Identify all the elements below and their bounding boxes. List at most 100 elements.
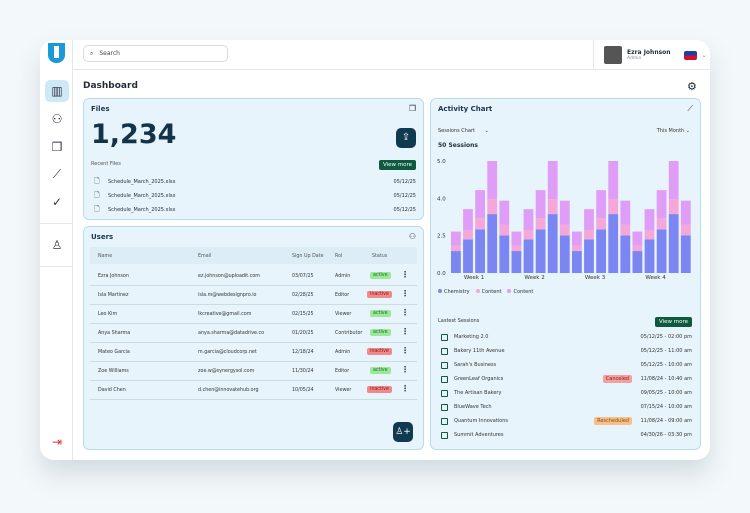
chart-type-select[interactable]: Sessions Chart ⌄ — [438, 128, 489, 134]
users-icon[interactable]: ⚇ — [409, 232, 416, 241]
more-options-icon[interactable]: ⋮ — [401, 327, 409, 336]
user-name: Ezra Johnson — [627, 49, 671, 56]
more-options-icon[interactable]: ⋮ — [401, 384, 409, 393]
session-row[interactable]: Marketing 2.0 05/12/25 - 02:00 pm — [439, 331, 692, 345]
bar-segment — [463, 209, 473, 230]
bar-segment — [475, 229, 485, 273]
activity-card: Activity Chart ⟋ Sessions Chart ⌄ This M… — [430, 98, 701, 450]
gear-icon[interactable]: ⚙ — [687, 80, 697, 93]
bar-segment — [680, 235, 691, 273]
bar-segment — [596, 229, 606, 273]
copy-icon[interactable]: ❐ — [409, 104, 416, 113]
files-count: 1,234 — [91, 119, 177, 150]
legend-label: Content — [481, 289, 502, 295]
chevron-down-icon: ⌄ — [484, 128, 489, 134]
bar-segment — [584, 229, 594, 240]
table-row[interactable]: Zoe Williams zoe.w@synergysol.com 11/30/24… — [90, 362, 417, 381]
search-input[interactable]: ⌕ Search — [83, 45, 228, 62]
bar-segment — [620, 200, 631, 225]
file-row[interactable]: 🗋 Schedule_March_2025.xlsx 05/12/25 — [94, 191, 416, 203]
sidebar-item-dashboard[interactable]: ▥ — [45, 80, 69, 102]
bar-segment — [608, 161, 619, 200]
user-name: Mateo Garcia — [98, 350, 130, 355]
bar-segment — [499, 224, 510, 236]
more-options-icon[interactable]: ⋮ — [401, 346, 409, 355]
more-options-icon[interactable]: ⋮ — [401, 308, 409, 317]
bar-segment — [463, 229, 473, 240]
files-icon: ❐ — [51, 140, 63, 154]
bar-segment — [644, 239, 655, 273]
chevron-down-icon[interactable]: ⌄ — [702, 52, 707, 59]
bar-segment — [475, 218, 485, 230]
file-upload-icon: ⇪ — [401, 132, 411, 143]
sidebar-item-profile[interactable]: ♙ — [45, 234, 69, 256]
session-row[interactable]: GreenLeaf Organics Canceled 11/08/24 - 10:… — [439, 373, 692, 387]
view-more-files-button[interactable]: View more — [378, 160, 416, 170]
session-time: 09/05/25 - 10:00 am — [640, 390, 692, 396]
user-name: Leo Kim — [98, 312, 118, 317]
line-chart-icon[interactable]: ⟋ — [687, 104, 693, 114]
table-row[interactable]: Isla Martinez isla.m@webdesignpro.io 02/28… — [90, 286, 417, 305]
x-tick-label: Week 2 — [524, 275, 544, 281]
table-row[interactable]: David Chen d.chen@innovatehub.org 10/05/24… — [90, 381, 417, 400]
add-user-button[interactable]: ♙+ — [393, 422, 413, 442]
file-row[interactable]: 🗋 Schedule_March_2025.xlsx 05/12/25 — [94, 205, 416, 217]
bar-segment — [487, 214, 498, 273]
flag-icon[interactable] — [683, 50, 697, 60]
more-options-icon[interactable]: ⋮ — [401, 289, 409, 298]
file-row[interactable]: 🗋 Schedule_March_2025.xlsx 05/12/25 — [94, 177, 416, 189]
user-date: 11/30/24 — [292, 369, 314, 374]
user-role: Contributor — [335, 331, 363, 336]
more-options-icon[interactable]: ⋮ — [401, 365, 409, 374]
session-row[interactable]: Sarah's Business 05/12/25 - 10:00 am — [439, 359, 692, 373]
session-row[interactable]: Summit Adventures 04/30/26 - 03:30 pm — [439, 429, 692, 443]
bar-segment — [632, 251, 643, 273]
bar-segment — [620, 235, 631, 273]
logout-button[interactable]: ⇥ — [45, 431, 69, 453]
legend-item: Content — [475, 289, 502, 295]
user-date: 01/20/25 — [292, 331, 314, 336]
chevron-down-icon: ⌄ — [685, 128, 690, 134]
view-more-sessions-button[interactable]: View more — [654, 317, 692, 327]
sessions-count: 50 Sessions — [438, 142, 478, 149]
legend-item: Content — [507, 289, 533, 295]
session-row[interactable]: Bakery 11th Avenue 05/12/25 - 11:00 am — [439, 345, 692, 359]
period-select[interactable]: This Month ⌄ — [657, 128, 690, 134]
bar-segment — [656, 190, 667, 219]
session-row[interactable]: The Artisan Bakery 09/05/25 - 10:00 am — [439, 387, 692, 401]
session-row[interactable]: Quantum Innovations Rescheduled 11/08/24 -… — [439, 415, 692, 429]
session-row[interactable]: BlueWave Tech 07/15/24 - 10:00 am — [439, 401, 692, 415]
avatar — [604, 46, 622, 64]
session-name: BlueWave Tech — [454, 404, 492, 410]
status-badge: active — [370, 329, 391, 336]
user-menu[interactable]: Ezra Johnson Admin ⌄ — [593, 40, 707, 70]
calendar-icon — [441, 432, 448, 439]
logout-icon: ⇥ — [51, 435, 63, 449]
sidebar-item-tasks[interactable]: ✓ — [45, 191, 69, 213]
table-row[interactable]: Mateo Garcia m.garcia@cloudcorp.net 12/18/… — [90, 343, 417, 362]
chart-type-value: Sessions Chart — [438, 128, 476, 134]
page-title: Dashboard — [83, 81, 138, 91]
table-header: Name Email Sign Up Date Rol Status — [90, 247, 417, 264]
bar-segment — [547, 214, 558, 273]
bar-segment — [668, 214, 679, 273]
bar-segment — [487, 199, 498, 215]
user-email: zoe.w@synergysol.com — [198, 369, 255, 374]
sidebar-item-users[interactable]: ⚇ — [45, 108, 69, 130]
user-date: 10/05/24 — [292, 388, 314, 393]
table-row[interactable]: Ezra Johnson ez.johnson@uploadit.com 03/07… — [90, 267, 417, 286]
more-options-icon[interactable]: ⋮ — [401, 270, 409, 279]
table-row[interactable]: Anya Sharma anya.sharma@datadrive.co 01/20… — [90, 324, 417, 343]
upload-file-button[interactable]: ⇪ — [396, 128, 416, 148]
user-name: Isla Martinez — [98, 293, 129, 298]
table-row[interactable]: Leo Kim lkcreative@gmail.com 02/15/25 Viewe… — [90, 305, 417, 324]
bar-segment — [535, 218, 546, 230]
bar-segment — [620, 224, 631, 236]
sidebar-item-analytics[interactable]: ⟋ — [45, 163, 69, 185]
bar-segment — [584, 209, 594, 230]
sidebar-item-files[interactable]: ❐ — [45, 136, 69, 158]
user-role: Editor — [335, 293, 350, 298]
session-name: The Artisan Bakery — [454, 390, 502, 396]
user-email: m.garcia@cloudcorp.net — [198, 350, 257, 355]
bar-segment — [656, 229, 667, 273]
